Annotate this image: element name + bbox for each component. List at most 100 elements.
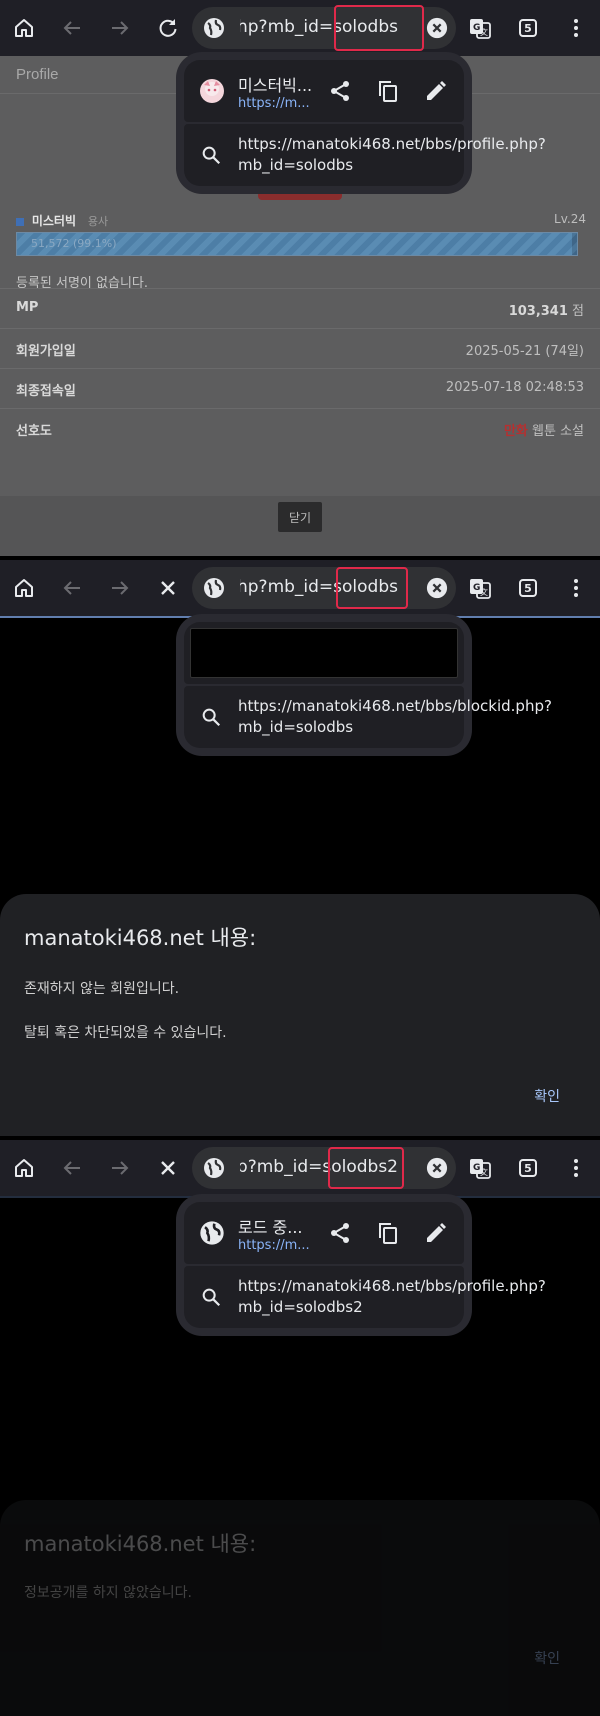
close-button[interactable]: 닫기 [278,502,322,532]
copy-icon[interactable] [374,1219,402,1247]
site-title: 로드 중... [238,1218,303,1237]
nickname-row: 미스터빅 용사 Lv.24 [16,212,586,230]
dialog-message-2: 탈퇴 혹은 차단되었을 수 있습니다. [24,1025,227,1041]
dialog-message-1: 정보공개를 하지 않았습니다. [24,1585,192,1601]
info-value: 2025-07-18 02:48:53 [445,380,584,395]
tab-switcher-icon[interactable]: 5 [510,1150,546,1186]
globe-icon [200,1221,224,1245]
globe-icon[interactable] [202,576,226,600]
edit-icon[interactable] [422,1219,450,1247]
back-arrow-icon[interactable] [54,10,90,46]
suggestion-url: https://manatoki468.net/bbs/profile.php?… [238,1277,546,1316]
more-menu-icon[interactable] [558,1150,594,1186]
suggestion-url: https://manatoki468.net/bbs/profile.php?… [238,135,546,174]
search-icon [202,708,221,727]
screenshot-blockid-alert: …l.php?mb_id=solodbs G文 5 https://manato… [0,560,600,1136]
back-arrow-icon[interactable] [54,1150,90,1186]
tab-count: 5 [519,1159,537,1177]
info-label: 최종접속일 [16,384,76,399]
translate-icon[interactable]: G文 [462,1150,498,1186]
member-role: 용사 [87,215,109,228]
url-suggestion-row[interactable]: https://manatoki468.net/bbs/profile.php?… [184,1266,546,1328]
forward-arrow-icon[interactable] [102,10,138,46]
blank-preview [190,628,458,678]
site-url-short: https://m... [238,1238,310,1253]
svg-text:文: 文 [480,587,488,597]
address-bar[interactable]: …ohp?mb_id=solodbs2 [192,1147,456,1189]
info-label: MP [16,300,39,315]
info-label: 선호도 [16,424,52,439]
translate-icon[interactable]: G文 [462,10,498,46]
highlight-box [328,1147,404,1189]
back-arrow-icon[interactable] [54,570,90,606]
level-badge-icon [16,217,24,226]
alert-dialog: manatoki468.net 내용: 존재하지 않는 회원입니다. 탈퇴 혹은… [0,894,600,1136]
svg-text:文: 文 [480,27,488,37]
url-suggestion-row[interactable]: https://manatoki468.net/bbs/blockid.php?… [184,686,552,748]
dialog-ok-button[interactable]: 확인 [534,1648,560,1668]
info-value: 만화 웹툰 소설 [503,424,584,439]
site-title: 미스터빅... [238,76,313,95]
info-row-last-login: 최종접속일 2025-07-18 02:48:53 [0,368,600,408]
exp-value: 51,572 (99.1%) [31,237,117,250]
more-menu-icon[interactable] [558,10,594,46]
forward-arrow-icon[interactable] [102,1150,138,1186]
site-favicon-icon [200,79,224,103]
home-icon[interactable] [6,570,42,606]
screenshot-profile-page: Profile 미스터빅 용사 Lv.24 51,572 (99.1%) 등록된… [0,0,600,556]
info-row-preference: 선호도 만화 웹툰 소설 [0,408,600,448]
forward-arrow-icon[interactable] [102,570,138,606]
dialog-title: manatoki468.net 내용: [24,926,257,950]
info-row-join-date: 회원가입일 2025-05-21 (74일) [0,328,600,368]
stop-icon[interactable] [150,1150,186,1186]
more-menu-icon[interactable] [558,570,594,606]
member-level: Lv.24 [554,212,586,226]
home-icon[interactable] [6,1150,42,1186]
exp-progress-bar: 51,572 (99.1%) [16,232,578,256]
info-value: 103,341 점 [508,304,584,319]
tab-switcher-icon[interactable]: 5 [510,10,546,46]
nickname: 미스터빅 [31,214,76,228]
reload-icon[interactable] [150,10,186,46]
info-row-mp: MP 103,341 점 [0,288,600,328]
search-icon [202,146,221,165]
stop-icon[interactable] [150,570,186,606]
memo-button-edge[interactable] [258,194,342,200]
dialog-message-1: 존재하지 않는 회원입니다. [24,981,180,997]
browser-toolbar: …l.php?mb_id=solodbs G文 5 [0,560,600,616]
url-suggestion-row[interactable]: https://manatoki468.net/bbs/profile.php?… [184,124,546,186]
svg-text:文: 文 [480,1167,488,1177]
omnibox-suggestions: https://manatoki468.net/bbs/blockid.php?… [176,614,552,756]
current-page-row[interactable] [184,622,464,684]
dialog-ok-button[interactable]: 확인 [534,1086,560,1106]
browser-toolbar: ….php?mb_id=solodbs G文 5 [0,0,600,56]
share-icon[interactable] [326,77,354,105]
info-value: 2025-05-21 (74일) [465,344,584,359]
current-page-row[interactable]: 로드 중... https://m... [184,1202,464,1264]
translate-icon[interactable]: G文 [462,570,498,606]
info-label: 회원가입일 [16,344,76,359]
tab-switcher-icon[interactable]: 5 [510,570,546,606]
edit-icon[interactable] [422,77,450,105]
browser-toolbar: …ohp?mb_id=solodbs2 G文 5 [0,1140,600,1196]
share-icon[interactable] [326,1219,354,1247]
tab-count: 5 [519,579,537,597]
screenshot-private-profile-alert: …ohp?mb_id=solodbs2 G文 5 로드 중... https:/… [0,1140,600,1716]
dialog-title: manatoki468.net 내용: [24,1532,257,1556]
current-page-row[interactable]: 미스터빅... https://m... [184,60,464,122]
suggestion-url: https://manatoki468.net/bbs/blockid.php?… [238,697,552,736]
globe-icon[interactable] [202,1156,226,1180]
highlight-box [334,5,424,51]
globe-icon[interactable] [202,16,226,40]
home-icon[interactable] [6,10,42,46]
search-icon [202,1288,221,1307]
site-url-short: https://m... [238,96,310,111]
alert-dialog: manatoki468.net 내용: 정보공개를 하지 않았습니다. 확인 [0,1500,600,1716]
highlight-box [336,567,408,609]
clear-icon[interactable] [426,577,448,599]
clear-icon[interactable] [426,1157,448,1179]
address-bar[interactable]: …l.php?mb_id=solodbs [192,567,456,609]
omnibox-suggestions: 미스터빅... https://m... https://manatoki468… [176,52,546,194]
clear-icon[interactable] [426,17,448,39]
copy-icon[interactable] [374,77,402,105]
